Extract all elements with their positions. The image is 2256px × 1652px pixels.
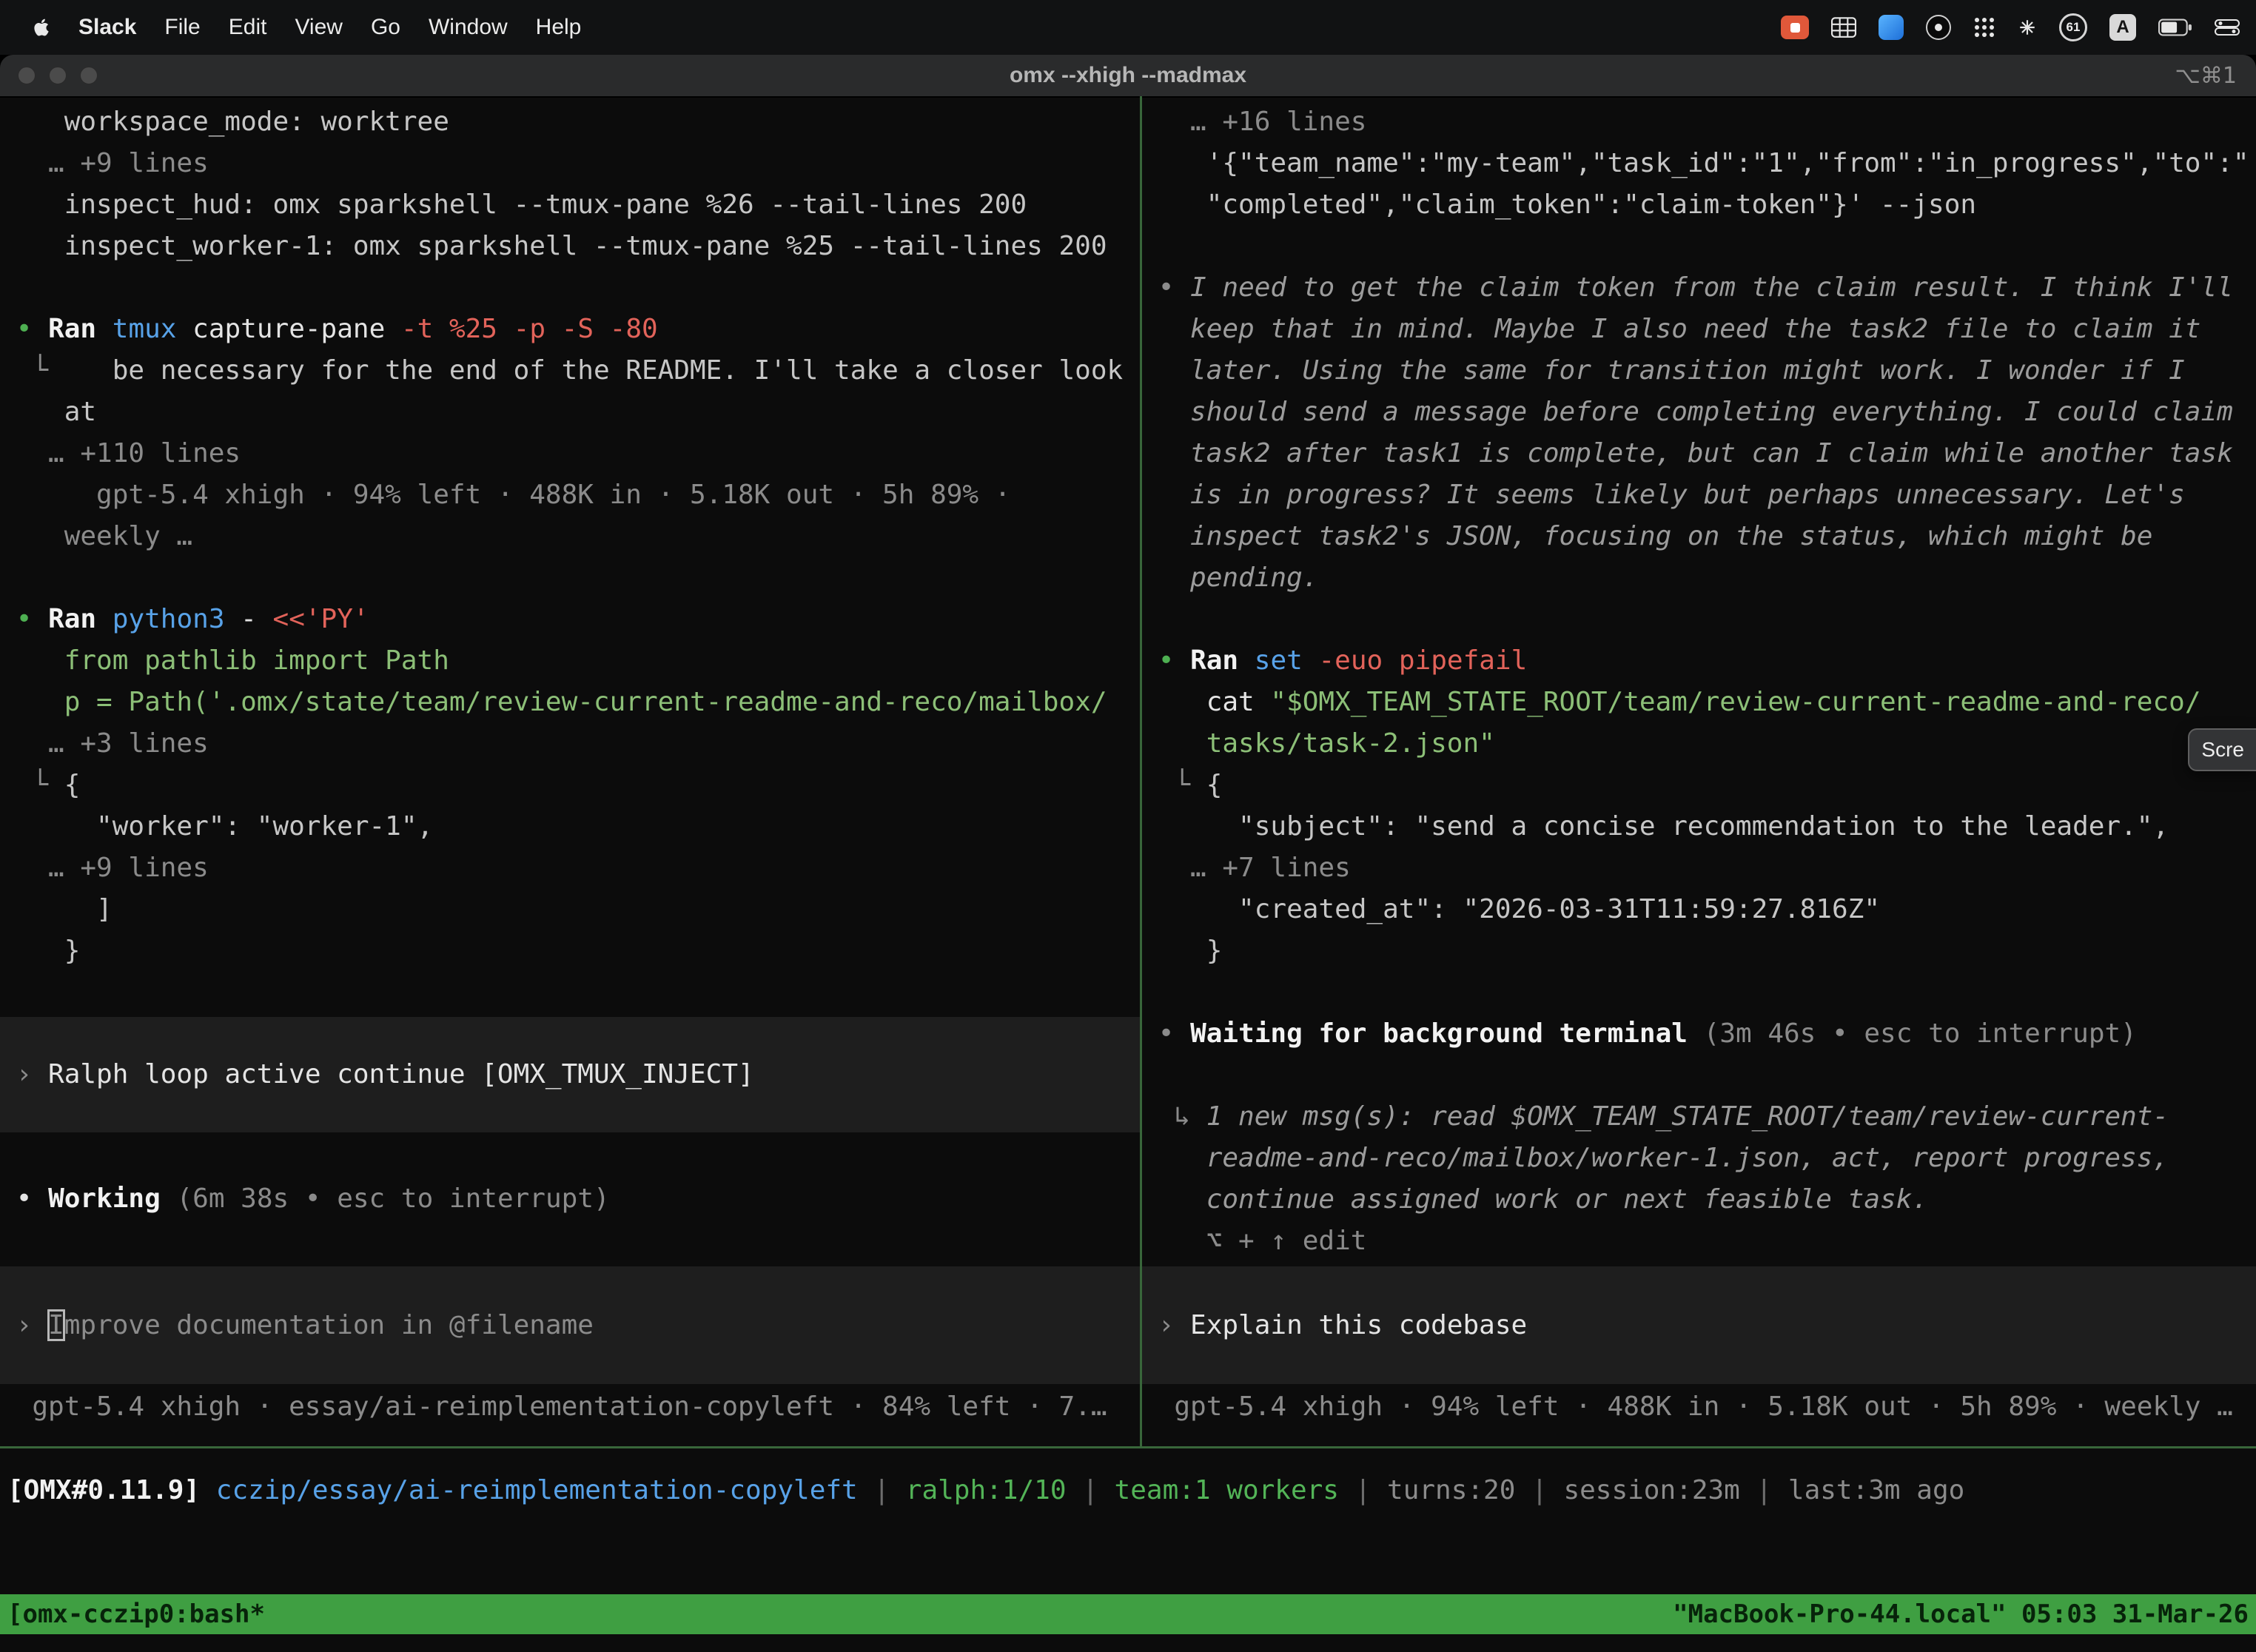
terminal-line: └ be necessary for the end of the README… [0, 350, 1140, 392]
screen-tooltip: Scre [2188, 728, 2256, 771]
menu-item-edit[interactable]: Edit [229, 15, 267, 40]
menu-item-app[interactable]: Slack [78, 15, 136, 40]
prompt-suggestion-row[interactable]: › Ralph loop active continue [OMX_TMUX_I… [0, 1017, 1140, 1132]
terminal-line: cat "$OMX_TEAM_STATE_ROOT/team/review-cu… [1142, 682, 2256, 723]
minimize-button[interactable] [49, 67, 67, 84]
terminal-line: } [0, 930, 1140, 972]
terminal-line: } [1142, 930, 2256, 972]
terminal-line: inspect_hud: omx sparkshell --tmux-pane … [0, 184, 1140, 226]
tmux-status-bar: [omx-cczip0:bash* "MacBook-Pro-44.local"… [0, 1594, 2256, 1634]
terminal-line [1142, 226, 2256, 267]
terminal-line: keep that in mind. Maybe I also need the… [1142, 309, 2256, 350]
tmux-host-clock-label: "MacBook-Pro-44.local" 05:03 31-Mar-26 [1673, 1599, 2249, 1629]
terminal-line: from pathlib import Path [0, 640, 1140, 682]
terminal-line: p = Path('.omx/state/team/review-current… [0, 682, 1140, 723]
terminal-line [1142, 1055, 2256, 1096]
spacer [0, 1132, 1140, 1178]
terminal-line: should send a message before completing … [1142, 392, 2256, 433]
terminal-window: omx --xhigh --madmax ⌥⌘1 workspace_mode:… [0, 55, 2256, 1652]
apple-menu-icon[interactable] [33, 17, 50, 38]
terminal-line: • Ran tmux capture-pane -t %25 -p -S -80 [0, 309, 1140, 350]
menu-item-go[interactable]: Go [371, 15, 400, 40]
terminal-line: gpt-5.4 xhigh · 94% left · 488K in · 5.1… [0, 474, 1140, 516]
terminal-line: "worker": "worker-1", [0, 806, 1140, 847]
display-grid-icon[interactable] [1831, 0, 1856, 55]
spacer [0, 1220, 1140, 1266]
terminal-line: readme-and-reco/mailbox/worker-1.json, a… [1142, 1138, 2256, 1179]
terminal-line: • Waiting for background terminal (3m 46… [1142, 1013, 2256, 1055]
terminal-line: "completed","claim_token":"claim-token"}… [1142, 184, 2256, 226]
terminal-line: … +110 lines [0, 433, 1140, 474]
menu-bar: Slack File Edit View Go Window Help 61 A [0, 0, 2256, 55]
terminal-line: at [0, 392, 1140, 433]
utility-icon[interactable] [2018, 0, 2037, 55]
terminal-line: pending. [1142, 557, 2256, 599]
terminal-line: weekly … [0, 516, 1140, 557]
window-titlebar[interactable]: omx --xhigh --madmax ⌥⌘1 [0, 55, 2256, 98]
terminal-line [1142, 599, 2256, 640]
terminal-line: • Working (6m 38s • esc to interrupt) [0, 1178, 1140, 1220]
terminal-line: … +16 lines [1142, 101, 2256, 143]
battery-percent-badge[interactable]: 61 [2059, 0, 2087, 55]
terminal-line: inspect task2's JSON, focusing on the st… [1142, 516, 2256, 557]
spacer [0, 972, 1140, 1017]
terminal-line: "created_at": "2026-03-31T11:59:27.816Z" [1142, 889, 2256, 930]
battery-icon[interactable] [2158, 0, 2192, 55]
terminal-line: └ { [1142, 765, 2256, 806]
terminal-line: … +3 lines [0, 723, 1140, 765]
terminal-line: workspace_mode: worktree [0, 101, 1140, 143]
control-center-icon[interactable] [2215, 0, 2240, 55]
zoom-button[interactable] [80, 67, 98, 84]
terminal-line: later. Using the same for transition mig… [1142, 350, 2256, 392]
terminal-line: ⌥ + ↑ edit [1142, 1220, 2256, 1262]
apps-grid-icon[interactable] [1973, 0, 1995, 55]
terminal-line: ] [0, 889, 1140, 930]
terminal-line: '{"team_name":"my-team","task_id":"1","f… [1142, 143, 2256, 184]
tmux-session-window-label: [omx-cczip0:bash* [7, 1599, 265, 1629]
screen-tooltip-text: Scre [2201, 738, 2244, 762]
screen-recording-indicator-icon[interactable] [1781, 0, 1809, 55]
menu-bar-left: Slack File Edit View Go Window Help [0, 15, 581, 40]
terminal-line: └ { [0, 765, 1140, 806]
omx-status-line: [OMX#0.11.9] cczip/essay/ai-reimplementa… [7, 1470, 2256, 1511]
terminal-pane-right[interactable]: … +16 lines '{"team_name":"my-team","tas… [1142, 96, 2256, 1446]
terminal-line: continue assigned work or next feasible … [1142, 1179, 2256, 1220]
terminal-line: … +7 lines [1142, 847, 2256, 889]
window-shortcut-badge: ⌥⌘1 [2175, 63, 2237, 89]
traffic-lights [18, 67, 98, 84]
blue-app-icon[interactable] [1879, 0, 1904, 55]
terminal-line: • Ran set -euo pipefail [1142, 640, 2256, 682]
terminal-line: … +9 lines [0, 847, 1140, 889]
terminal-line: gpt-5.4 xhigh · 94% left · 488K in · 5.1… [1142, 1386, 2256, 1428]
terminal-line [0, 267, 1140, 309]
terminal-line: "subject": "send a concise recommendatio… [1142, 806, 2256, 847]
terminal-line: is in progress? It seems likely but perh… [1142, 474, 2256, 516]
menu-item-view[interactable]: View [295, 15, 342, 40]
battery-percent-text: 61 [2067, 20, 2081, 35]
terminal-pane-left[interactable]: workspace_mode: worktree … +9 lines insp… [0, 96, 1140, 1446]
terminal-line: tasks/task-2.json" [1142, 723, 2256, 765]
input-source-icon[interactable]: A [2109, 0, 2136, 55]
window-title: omx --xhigh --madmax [1010, 63, 1246, 88]
menu-bar-status-items: 61 A [1781, 0, 2256, 55]
menu-item-window[interactable]: Window [429, 15, 508, 40]
input-source-letter: A [2116, 17, 2129, 38]
tmux-hud-divider [0, 1446, 2256, 1448]
terminal-line: inspect_worker-1: omx sparkshell --tmux-… [0, 226, 1140, 267]
menu-item-help[interactable]: Help [536, 15, 582, 40]
menu-item-file[interactable]: File [164, 15, 200, 40]
terminal-line: … +9 lines [0, 143, 1140, 184]
prompt-suggestion-row[interactable]: › Explain this codebase [1142, 1266, 2256, 1384]
terminal-line: • Ran python3 - <<'PY' [0, 599, 1140, 640]
terminal-line: gpt-5.4 xhigh · essay/ai-reimplementatio… [0, 1386, 1140, 1428]
terminal-line: ↳ 1 new msg(s): read $OMX_TEAM_STATE_ROO… [1142, 1096, 2256, 1138]
terminal-line [1142, 972, 2256, 1013]
close-button[interactable] [18, 67, 36, 84]
terminal-line [0, 557, 1140, 599]
terminal-line: task2 after task1 is complete, but can I… [1142, 433, 2256, 474]
prompt-suggestion-row[interactable]: › Improve documentation in @filename [0, 1266, 1140, 1384]
terminal-line: • I need to get the claim token from the… [1142, 267, 2256, 309]
circle-app-icon[interactable] [1926, 0, 1951, 55]
